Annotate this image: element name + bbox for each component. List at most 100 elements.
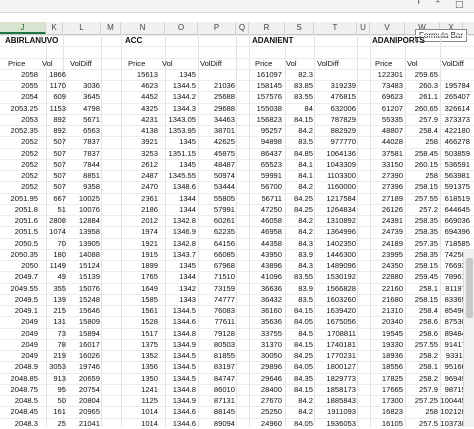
voldiff-cell[interactable]: 536591 (440, 160, 470, 170)
price-cell[interactable]: 1014 (125, 407, 158, 417)
price-cell[interactable]: 25250 (252, 407, 282, 417)
price-cell[interactable]: 61207 (372, 104, 403, 114)
volume-cell[interactable]: 1074 (40, 227, 66, 237)
price-cell[interactable]: 31370 (252, 340, 282, 350)
price-cell[interactable]: 4325 (125, 104, 158, 114)
voldiff-cell[interactable]: 21036 (198, 81, 235, 91)
volume-cell[interactable]: 507 (40, 160, 66, 170)
volume-cell[interactable]: 1344.9 (160, 396, 196, 406)
price-cell[interactable]: 2048.85 (5, 374, 38, 384)
volume-cell[interactable]: 507 (40, 171, 66, 181)
volume-cell[interactable]: 131 (40, 317, 66, 327)
voldiff-cell[interactable]: 19746 (68, 362, 100, 372)
volume-cell[interactable]: 70 (40, 239, 66, 249)
volume-cell[interactable]: 84.2 (284, 182, 313, 192)
price-cell[interactable]: 4452 (125, 92, 158, 102)
voldiff-cell[interactable]: 15248 (68, 295, 100, 305)
volume-cell[interactable]: 258.6 (405, 329, 438, 339)
voldiff-cell[interactable]: 15076 (68, 284, 100, 294)
voldiff-cell[interactable] (315, 70, 356, 80)
voldiff-cell[interactable]: 1064136 (315, 149, 356, 159)
column-label[interactable]: Vol (407, 59, 437, 69)
price-cell[interactable]: 2051.95 (5, 194, 38, 204)
price-cell[interactable]: 37581 (372, 149, 403, 159)
price-cell[interactable]: 26126 (372, 205, 403, 215)
voldiff-cell[interactable]: 16026 (68, 351, 100, 361)
volume-cell[interactable]: 84.2 (284, 216, 313, 226)
volume-cell[interactable]: 84.3 (284, 261, 313, 271)
volume-cell[interactable]: 78 (40, 340, 66, 350)
price-cell[interactable]: 2053 (5, 115, 38, 125)
voldiff-cell[interactable]: 1160000 (315, 182, 356, 192)
voldiff-cell[interactable]: 7837 (68, 137, 100, 147)
voldiff-cell[interactable]: 67968 (198, 261, 235, 271)
column-label[interactable]: Vol (42, 59, 72, 69)
volume-cell[interactable]: 51 (40, 205, 66, 215)
price-cell[interactable]: 3253 (125, 149, 158, 159)
volume-cell[interactable]: 84.3 (284, 239, 313, 249)
volume-cell[interactable]: 82.3 (284, 70, 313, 80)
volume-cell[interactable]: 257.55 (405, 340, 438, 350)
voldiff-cell[interactable]: 64156 (198, 239, 235, 249)
volume-cell[interactable]: 257.2 (405, 205, 438, 215)
voldiff-cell[interactable]: 1530192 (315, 272, 356, 282)
volume-cell[interactable]: 258.35 (405, 216, 438, 226)
voldiff-cell[interactable]: 265407 (440, 92, 470, 102)
price-cell[interactable]: 2053.25 (5, 104, 38, 114)
volume-cell[interactable]: 84.1 (284, 160, 313, 170)
price-cell[interactable]: 27670 (252, 396, 282, 406)
price-cell[interactable]: 3921 (125, 137, 158, 147)
column-header-v[interactable]: V (370, 22, 405, 34)
volume-cell[interactable]: 84.05 (284, 362, 313, 372)
price-cell[interactable]: 2049.1 (5, 306, 38, 316)
voldiff-cell[interactable]: 7844 (68, 160, 100, 170)
volume-cell[interactable]: 161 (40, 407, 66, 417)
volume-cell[interactable]: 1348.6 (160, 182, 196, 192)
voldiff-cell[interactable]: 1603260 (315, 295, 356, 305)
volume-cell[interactable]: 1342 (160, 284, 196, 294)
volume-cell[interactable]: 139 (40, 295, 66, 305)
volume-cell[interactable]: 1344.5 (160, 362, 196, 372)
volume-cell[interactable]: 1344.5 (160, 374, 196, 384)
price-cell[interactable]: 24739 (372, 227, 403, 237)
price-cell[interactable]: 2058 (5, 70, 38, 80)
voldiff-cell[interactable]: 50974 (198, 171, 235, 181)
price-cell[interactable]: 158145 (252, 81, 282, 91)
price-cell[interactable]: 2048.3 (5, 419, 38, 429)
price-cell[interactable]: 73483 (372, 81, 403, 91)
volume-cell[interactable]: 1343 (160, 295, 196, 305)
volume-cell[interactable]: 84.2 (284, 227, 313, 237)
voldiff-cell[interactable]: 38701 (198, 126, 235, 136)
price-cell[interactable]: 2049.7 (5, 272, 38, 282)
volume-cell[interactable]: 258 (405, 407, 438, 417)
price-cell[interactable]: 29896 (252, 362, 282, 372)
price-cell[interactable]: 2051.5 (5, 227, 38, 237)
volume-cell[interactable]: 95 (40, 385, 66, 395)
voldiff-cell[interactable]: 15124 (68, 261, 100, 271)
price-cell[interactable]: 2048.9 (5, 362, 38, 372)
voldiff-cell[interactable]: 25688 (198, 92, 235, 102)
voldiff-cell[interactable]: 29688 (198, 104, 235, 114)
volume-cell[interactable]: 260.3 (405, 81, 438, 91)
volume-cell[interactable]: 258.15 (405, 182, 438, 192)
voldiff-cell[interactable]: 88145 (198, 407, 235, 417)
voldiff-cell[interactable]: 373373 (440, 115, 470, 125)
voldiff-cell[interactable]: 1446300 (315, 250, 356, 260)
price-cell[interactable]: 1585 (125, 295, 158, 305)
volume-cell[interactable]: 84.25 (284, 205, 313, 215)
voldiff-cell[interactable]: 476815 (315, 92, 356, 102)
volume-cell[interactable]: 257.9 (405, 115, 438, 125)
vertical-scrollbar[interactable] (463, 250, 474, 427)
volume-cell[interactable]: 1344.6 (160, 317, 196, 327)
price-cell[interactable]: 44028 (372, 137, 403, 147)
volume-cell[interactable]: 84.15 (284, 115, 313, 125)
voldiff-cell[interactable]: 195784 (440, 81, 470, 91)
price-cell[interactable]: 2186 (125, 205, 158, 215)
volume-cell[interactable]: 507 (40, 182, 66, 192)
price-cell[interactable]: 46058 (252, 216, 282, 226)
voldiff-cell[interactable]: 15139 (68, 272, 100, 282)
price-cell[interactable]: 2052.35 (5, 126, 38, 136)
ticker-title[interactable]: ACC (125, 36, 215, 46)
price-cell[interactable]: 2470 (125, 182, 158, 192)
voldiff-cell[interactable]: 9358 (68, 182, 100, 192)
